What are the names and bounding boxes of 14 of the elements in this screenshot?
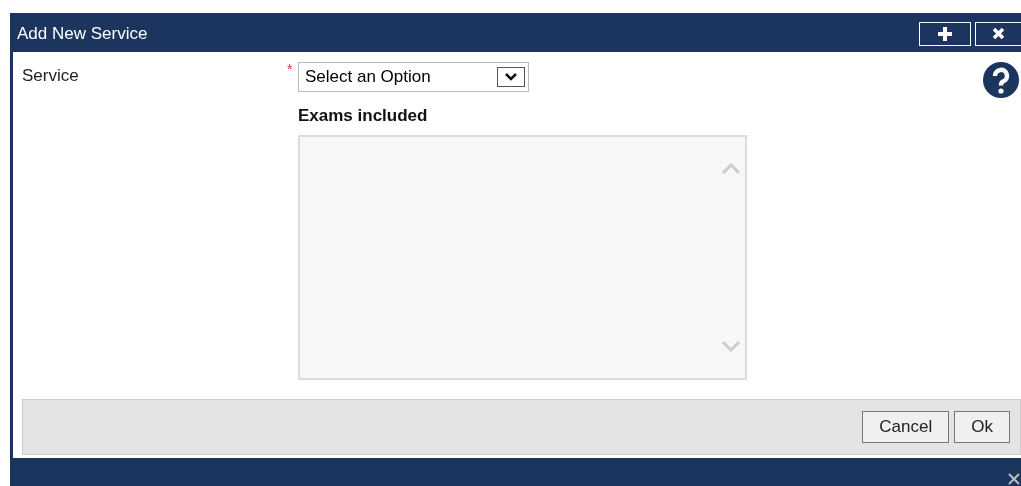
select-dropdown[interactable]: Select an Option (298, 62, 529, 92)
window-title: Add New Service (17, 22, 149, 45)
list-label: Exams included (298, 105, 429, 127)
ok-button[interactable]: Ok (954, 411, 1010, 443)
required-mark: * (287, 62, 294, 74)
field-label: Service (21, 65, 80, 87)
add-button[interactable] (919, 21, 971, 46)
help-icon[interactable] (983, 62, 1019, 98)
dropdown-caret-icon (497, 67, 525, 87)
close-icon (992, 27, 1005, 40)
close-button[interactable] (975, 21, 1021, 46)
resize-icon[interactable] (1007, 472, 1021, 486)
cancel-button[interactable]: Cancel (862, 411, 950, 443)
plus-icon (937, 25, 953, 42)
